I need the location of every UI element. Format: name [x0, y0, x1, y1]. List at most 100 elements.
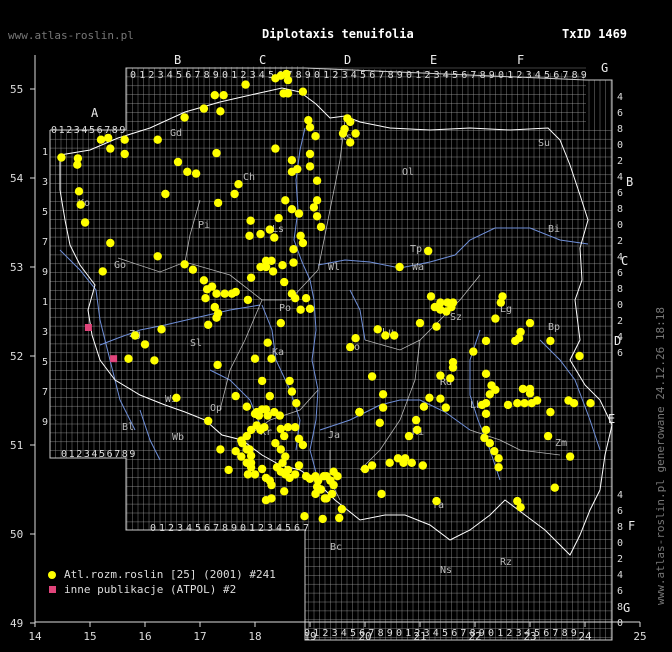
atlas-record-point: [304, 116, 313, 125]
atpol-digit: 0: [498, 70, 504, 81]
atpol-digit: 6: [461, 70, 467, 81]
atpol-digit: 4: [91, 449, 97, 460]
atlas-record-point: [183, 167, 192, 176]
atpol-digit: 6: [617, 268, 623, 279]
atlas-record-point: [280, 277, 289, 287]
atpol-digit: 1: [59, 125, 65, 136]
atpol-digit: 9: [213, 70, 219, 81]
atlas-record-point: [301, 294, 311, 303]
atpol-digit: 6: [107, 449, 113, 460]
atpol-digit: 4: [81, 125, 87, 136]
atpol-digit: 0: [406, 70, 412, 81]
atpol-row-f: F: [628, 519, 635, 533]
atpol-digit: 5: [99, 449, 105, 460]
atlas-record-point: [305, 123, 315, 132]
atpol-digit: 2: [322, 628, 328, 639]
atlas-record-point: [276, 424, 285, 434]
atlas-record-point: [550, 483, 559, 492]
atlas-record-point: [373, 325, 382, 334]
region-code-ns: Ns: [440, 565, 452, 576]
atlas-record-point: [525, 389, 535, 398]
atpol-digit: 7: [194, 70, 200, 81]
atpol-digit: 2: [258, 523, 264, 534]
y-tick-label-55: 55: [10, 83, 23, 96]
atlas-record-point: [498, 292, 507, 301]
atlas-record-point: [513, 399, 522, 408]
atlas-record-point: [243, 295, 253, 305]
atlas-record-point: [180, 260, 189, 269]
atpol-digit: 3: [526, 70, 532, 81]
atpol-digit: 2: [617, 554, 623, 565]
atpol-digit: 5: [285, 523, 291, 534]
atlas-record-point: [404, 431, 414, 441]
x-tick-label-23: 23: [523, 630, 536, 643]
atlas-record-point: [245, 231, 254, 240]
atlas-record-point: [309, 203, 319, 212]
region-code-bl: Bl: [122, 422, 134, 433]
atlas-record-point: [367, 461, 377, 470]
atpol-grid: [49, 66, 613, 641]
atlas-record-point: [73, 160, 82, 169]
atpol-digit: 0: [240, 523, 246, 534]
atpol-digit: 8: [378, 628, 384, 639]
x-tick-label-14: 14: [28, 630, 42, 643]
atpol-digit: 9: [581, 70, 587, 81]
atpol-digit: 2: [506, 628, 512, 639]
atlas-record-point: [76, 200, 85, 209]
atlas-record-point: [285, 376, 294, 386]
region-code-po: Po: [279, 303, 291, 314]
atlas-record-point: [448, 298, 458, 307]
atpol-digit: 6: [617, 188, 623, 199]
atlas-record-point: [418, 461, 427, 470]
atlas-record-point: [425, 393, 434, 402]
atlas-record-point: [212, 148, 221, 158]
atlas-record-point: [316, 222, 326, 232]
atpol-digit: 5: [442, 628, 448, 639]
atlas-record-point: [293, 164, 302, 174]
atpol-digit: 2: [617, 316, 623, 327]
atlas-record-point: [106, 144, 115, 153]
atlas-record-point: [96, 135, 106, 144]
atpol-digit: 9: [129, 449, 135, 460]
atlas-record-point: [120, 149, 129, 159]
atpol-digit: 4: [535, 70, 541, 81]
atlas-record-point: [378, 403, 388, 412]
atlas-record-point: [490, 447, 499, 456]
atlas-record-point: [260, 423, 269, 432]
atlas-record-point: [351, 334, 360, 343]
atlas-record-point: [241, 80, 250, 89]
atlas-record-point: [491, 385, 500, 394]
atpol-digit: 9: [387, 628, 393, 639]
atlas-record-point: [481, 336, 491, 346]
atlas-record-point: [283, 423, 293, 432]
atlas-record-point: [491, 314, 500, 323]
atpol-digit: 8: [617, 204, 623, 215]
atpol-digit: 2: [617, 236, 623, 247]
region-code-wb: Wb: [172, 432, 184, 443]
atpol-digit: 8: [296, 70, 302, 81]
atlas-record-point: [426, 292, 436, 301]
atlas-record-point: [280, 487, 289, 496]
atpol-digit: 7: [470, 70, 476, 81]
atpol-digit: 2: [168, 523, 174, 534]
atlas-record-point: [278, 261, 287, 270]
atlas-record-point: [256, 229, 265, 239]
atpol-digit: 1: [507, 70, 513, 81]
atlas-record-point: [481, 369, 491, 378]
atpol-digit: 3: [332, 628, 338, 639]
atlas-record-point: [481, 425, 491, 435]
river-path: [99, 304, 261, 346]
atpol-digit: 3: [74, 125, 80, 136]
atlas-record-point: [98, 267, 107, 276]
atlas-record-point: [283, 465, 293, 475]
atpol-row-b: B: [626, 175, 633, 189]
atpol-digit: 3: [158, 70, 164, 81]
atpol-digit: 1: [42, 297, 48, 308]
atpol-col-c: C: [259, 53, 266, 67]
atlas-record-point: [514, 334, 524, 343]
atlas-record-point: [441, 403, 450, 412]
atlas-record-point: [210, 91, 219, 100]
region-code-sl: Sl: [190, 338, 202, 349]
atlas-record-point: [172, 393, 181, 402]
atlas-record-point: [413, 425, 422, 435]
